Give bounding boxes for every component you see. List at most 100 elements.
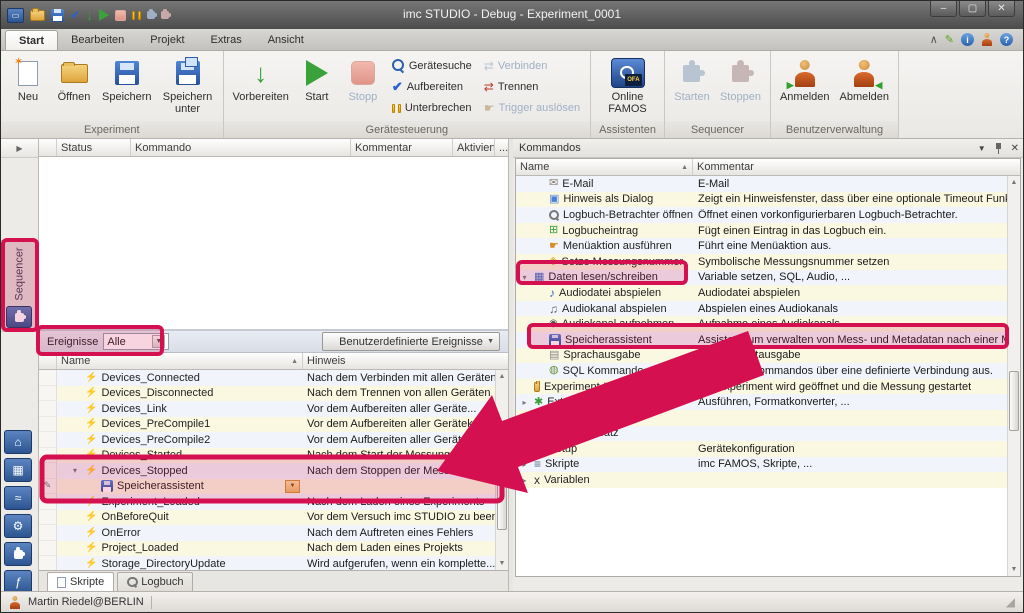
expand-toggle-icon[interactable]: ▸ <box>519 476 530 485</box>
save-quick-button[interactable] <box>51 9 64 22</box>
prepare-button[interactable]: ↓ Vorbereiten <box>228 53 294 121</box>
column-more[interactable]: ... <box>495 139 508 156</box>
prepare-quick-button[interactable]: ↓ <box>86 8 93 22</box>
column-kommentar[interactable]: Kommentar <box>351 139 453 156</box>
sequencer-start-quick-button[interactable] <box>147 11 155 19</box>
panel-icon[interactable]: ≈ <box>4 486 32 510</box>
command-row[interactable]: ▸xVariablen <box>516 472 1007 488</box>
command-row[interactable]: ♪Audiodatei abspielenAudiodatei abspiele… <box>516 285 1007 301</box>
options-icon[interactable]: ⚙ <box>4 514 32 538</box>
dock-collapse-button[interactable]: ▶ <box>1 139 38 158</box>
maximize-button[interactable]: ▢ <box>959 1 986 17</box>
column-name[interactable]: Name▲ <box>57 353 303 369</box>
edit-icon[interactable]: ✎ <box>945 33 954 46</box>
save-as-button[interactable]: Speichern unter <box>157 53 219 121</box>
combo-arrow-icon[interactable]: ▼ <box>152 335 165 348</box>
event-row[interactable]: ⚡Devices_DisconnectedNach dem Trennen vo… <box>39 386 508 402</box>
interrupt-button[interactable]: Unterbrechen <box>389 99 475 118</box>
event-row[interactable]: ⚡Project_LoadedNach dem Laden eines Proj… <box>39 541 508 557</box>
event-row[interactable]: ⚡OnErrorNach dem Auftreten eines Fehlers <box>39 525 508 541</box>
event-row[interactable]: ⚡Devices_PreCompile1Vor dem Aufbereiten … <box>39 417 508 433</box>
command-row[interactable]: Logbuch-Betrachter öffnenÖffnet einen vo… <box>516 207 1007 223</box>
command-table-body[interactable] <box>39 157 508 329</box>
command-row[interactable]: ♫Audiokanal abspielenAbspielen eines Aud… <box>516 301 1007 317</box>
sequencer-stop-quick-button[interactable] <box>161 11 169 19</box>
tab-projekt[interactable]: Projekt <box>137 30 197 50</box>
expand-toggle-icon[interactable]: ▾ <box>519 273 530 282</box>
stop-quick-button[interactable] <box>115 10 126 21</box>
expand-toggle-icon[interactable]: ▸ <box>519 398 530 407</box>
start-button[interactable]: Start <box>294 53 340 121</box>
sequencer-stop-button[interactable]: Stoppen <box>715 53 766 121</box>
event-row[interactable]: ▾⚡Devices_StoppedNach dem Stoppen der Me… <box>39 463 508 479</box>
command-row[interactable]: ☛Menüaktion ausführenFührt eine Menüakti… <box>516 238 1007 254</box>
sidebar-tab-sequencer[interactable]: Sequencer <box>1 240 38 332</box>
tab-extras[interactable]: Extras <box>198 30 255 50</box>
command-row[interactable]: ◉Audiokanal aufnehmenAufnahme eines Audi… <box>516 316 1007 332</box>
check-quick-button[interactable]: ✔ <box>70 9 80 21</box>
event-row[interactable]: ⚡Devices_ConnectedNach dem Verbinden mit… <box>39 370 508 386</box>
command-row[interactable]: ◈Setze MessungsnummerSymbolische Messung… <box>516 254 1007 270</box>
logout-button[interactable]: ◀ Abmelden <box>835 53 895 121</box>
new-button[interactable]: Neu <box>5 53 51 121</box>
column-cmd-kommentar[interactable]: Kommentar <box>693 159 1007 175</box>
process-button[interactable]: ✔ Aufbereiten <box>389 77 475 96</box>
open-button[interactable]: Öffnen <box>51 53 97 121</box>
event-row[interactable]: ⚡Devices_StartedNach dem Start der Messu… <box>39 448 508 464</box>
command-row[interactable]: ▸≡Skripteimc FAMOS, Skripte, ... <box>516 457 1007 473</box>
login-button[interactable]: ▶ Anmelden <box>775 53 835 121</box>
collapse-ribbon-icon[interactable]: ∧ <box>930 33 938 46</box>
sequencer-icon[interactable] <box>4 542 32 566</box>
column-kommando[interactable]: Kommando <box>131 139 351 156</box>
panel-menu-icon[interactable]: ▼ <box>978 144 986 153</box>
command-row[interactable]: Experiment öffnen/Messung ...Ein Experim… <box>516 379 1007 395</box>
stop-button[interactable]: Stopp <box>340 53 386 121</box>
column-hinweis[interactable]: Hinweis <box>303 353 508 369</box>
pin-icon[interactable] <box>994 143 1003 154</box>
event-row[interactable]: ⚡Devices_LinkVor dem Aufbereiten aller G… <box>39 401 508 417</box>
tab-logbuch[interactable]: Logbuch <box>117 572 193 591</box>
column-status[interactable]: Status <box>57 139 131 156</box>
commands-scrollbar[interactable]: ▲ ▼ <box>1007 176 1020 576</box>
tab-start[interactable]: Start <box>5 30 58 50</box>
command-row[interactable]: SpeicherassistentAssisten zum verwalten … <box>516 332 1007 348</box>
command-row[interactable]: ▸✱Externe AufrufeAusführen, Formatkonver… <box>516 394 1007 410</box>
expand-toggle-icon[interactable]: ▸ <box>519 413 530 422</box>
column-cmd-name[interactable]: Name▲ <box>516 159 693 175</box>
event-row[interactable]: ✎Speicherassistent▼ <box>39 479 508 495</box>
resize-grip[interactable]: ◢ <box>1006 595 1015 609</box>
events-scrollbar[interactable]: ▲ ▼ <box>495 370 508 570</box>
pause-quick-button[interactable] <box>132 11 141 20</box>
minimize-button[interactable]: – <box>930 1 957 17</box>
close-button[interactable]: ✕ <box>988 1 1015 17</box>
help-icon[interactable]: ? <box>1000 33 1013 46</box>
expand-toggle-icon[interactable]: ▸ <box>519 444 530 453</box>
event-row[interactable]: ⚡Experiment_LoadedNach dem Laden eines E… <box>39 494 508 510</box>
command-row[interactable]: ▾▦Daten lesen/schreibenVariable setzen, … <box>516 270 1007 286</box>
command-row[interactable]: ▸▤SetupGerätekonfiguration <box>516 441 1007 457</box>
online-famos-button[interactable]: OFA Online FAMOS <box>597 53 659 121</box>
event-row[interactable]: ⚡Storage_DirectoryUpdateWird aufgerufen,… <box>39 556 508 570</box>
start-quick-button[interactable] <box>99 9 109 21</box>
tab-bearbeiten[interactable]: Bearbeiten <box>58 30 137 50</box>
command-row[interactable]: ◍SQL KommandoFührt SQL Kommandos über ei… <box>516 363 1007 379</box>
connect-button[interactable]: ⇄ Verbinden <box>481 56 583 75</box>
open-quick-button[interactable] <box>30 10 45 21</box>
command-row[interactable]: ✉E-MailE-Mail <box>516 176 1007 192</box>
command-row[interactable]: ▤SprachausgabeVerbale Textausgabe <box>516 348 1007 364</box>
panel-close-icon[interactable]: ✕ <box>1011 143 1019 154</box>
trigger-button[interactable]: ☛ Trigger auslösen <box>481 99 583 118</box>
event-row[interactable]: ⚡OnBeforeQuitVor dem Versuch imc STUDIO … <box>39 510 508 526</box>
command-row[interactable]: ▸Parametersatz <box>516 426 1007 442</box>
command-row[interactable]: ▣Hinweis als DialogZeigt ein Hinweisfens… <box>516 192 1007 208</box>
column-aktiviert[interactable]: Aktiviert <box>453 139 495 156</box>
disconnect-button[interactable]: ⇄ Trennen <box>481 77 583 96</box>
sequencer-start-button[interactable]: Starten <box>669 53 715 121</box>
user-icon[interactable] <box>981 33 993 46</box>
tab-ansicht[interactable]: Ansicht <box>255 30 317 50</box>
expand-toggle-icon[interactable]: ▾ <box>69 466 81 475</box>
save-button[interactable]: Speichern <box>97 53 157 121</box>
home-icon[interactable]: ⌂ <box>4 430 32 454</box>
tab-skripte[interactable]: Skripte <box>47 572 114 591</box>
app-quick-button[interactable]: ▭ <box>7 8 24 23</box>
